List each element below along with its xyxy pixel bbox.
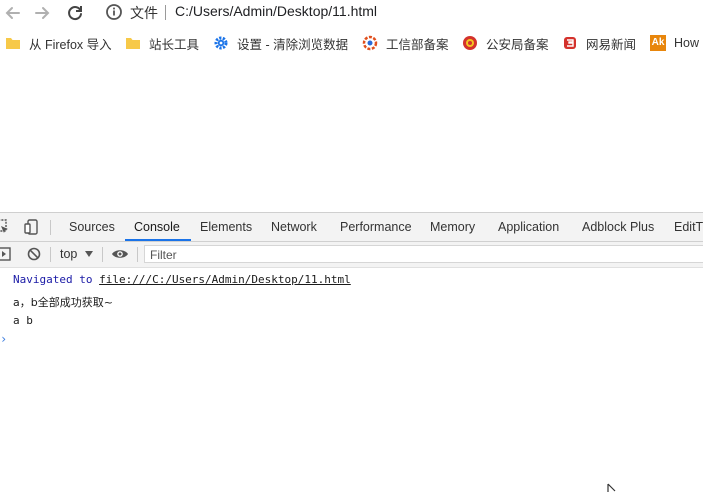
clear-console-icon[interactable] [26, 246, 42, 267]
folder-icon [125, 35, 141, 51]
tab-elements[interactable]: Elements [200, 213, 252, 241]
tab-network[interactable]: Network [271, 213, 317, 241]
browser-toolbar: 文件 C:/Users/Admin/Desktop/11.html [0, 0, 703, 26]
toolbar-divider [102, 247, 103, 262]
bookmark-clear-data[interactable]: 设置 - 清除浏览数据 [213, 31, 348, 55]
tab-application[interactable]: Application [498, 213, 559, 241]
bookmark-miit[interactable]: 工信部备案 [362, 31, 449, 55]
bookmark-label: 从 Firefox 导入 [29, 37, 112, 52]
reload-icon[interactable] [64, 2, 86, 24]
address-bar-url[interactable]: C:/Users/Admin/Desktop/11.html [175, 3, 377, 19]
bookmark-label: 设置 - 清除浏览数据 [237, 37, 349, 52]
toolbar-divider [137, 247, 138, 262]
bookmark-label: 工信部备案 [386, 37, 449, 52]
bookmark-firefox-import[interactable]: 从 Firefox 导入 [5, 31, 112, 55]
console-log-line: a，b全部成功获取~ [13, 296, 113, 309]
netease-icon [562, 35, 578, 51]
inspect-element-icon[interactable] [0, 219, 10, 240]
gear-icon [213, 35, 229, 51]
bookmark-label: 网易新闻 [586, 37, 637, 52]
mouse-cursor-icon [607, 480, 617, 498]
tab-performance[interactable]: Performance [340, 213, 412, 241]
police-emblem-icon [462, 35, 478, 51]
chevron-down-icon[interactable] [85, 251, 93, 257]
bookmark-label: 公安局备案 [486, 37, 549, 52]
filter-input[interactable]: Filter [144, 245, 703, 263]
show-sidebar-icon[interactable] [0, 246, 12, 267]
console-toolbar: top Filter [0, 242, 703, 268]
ak-icon: Ak [650, 35, 666, 51]
device-toolbar-icon[interactable] [24, 219, 40, 240]
miit-logo-icon [362, 35, 378, 51]
bookmark-label: How [674, 36, 700, 50]
bookmark-webmaster-tools[interactable]: 站长工具 [125, 31, 199, 55]
devtools-tab-bar: Sources Console Elements Network Perform… [0, 213, 703, 242]
nav-prefix: Navigated to [13, 273, 100, 286]
console-navigation-message: Navigated to file:///C:/Users/Admin/Desk… [13, 273, 351, 286]
console-log-line: a b [13, 314, 33, 327]
nav-url-link[interactable]: file:///C:/Users/Admin/Desktop/11.html [99, 273, 351, 286]
eye-icon[interactable] [111, 247, 129, 266]
toolbar-divider [50, 247, 51, 262]
tab-sources[interactable]: Sources [69, 213, 115, 241]
address-divider [165, 5, 166, 20]
page-content-area [0, 60, 703, 212]
devtools-panel: Sources Console Elements Network Perform… [0, 212, 703, 491]
bookmark-police[interactable]: 公安局备案 [462, 31, 549, 55]
folder-icon [5, 35, 21, 51]
arrow-left-icon[interactable] [2, 2, 24, 24]
bookmark-how[interactable]: Ak How [650, 31, 699, 55]
address-scheme-label: 文件 [130, 5, 158, 21]
info-icon[interactable] [105, 3, 123, 26]
tab-console[interactable]: Console [125, 213, 191, 241]
tab-divider [50, 220, 51, 235]
bookmarks-bar: 从 Firefox 导入 站长工具 设置 - 清除浏览数据 工信部备案 公安局备… [0, 31, 703, 55]
bookmark-netease-news[interactable]: 网易新闻 [562, 31, 636, 55]
console-prompt[interactable]: › [0, 332, 7, 346]
bookmark-label: 站长工具 [149, 37, 200, 52]
tab-editthiscookie[interactable]: EditTh [674, 213, 703, 241]
arrow-right-icon[interactable] [31, 2, 53, 24]
tab-memory[interactable]: Memory [430, 213, 475, 241]
context-selector[interactable]: top [60, 247, 77, 261]
tab-adblock-plus[interactable]: Adblock Plus [582, 213, 654, 241]
